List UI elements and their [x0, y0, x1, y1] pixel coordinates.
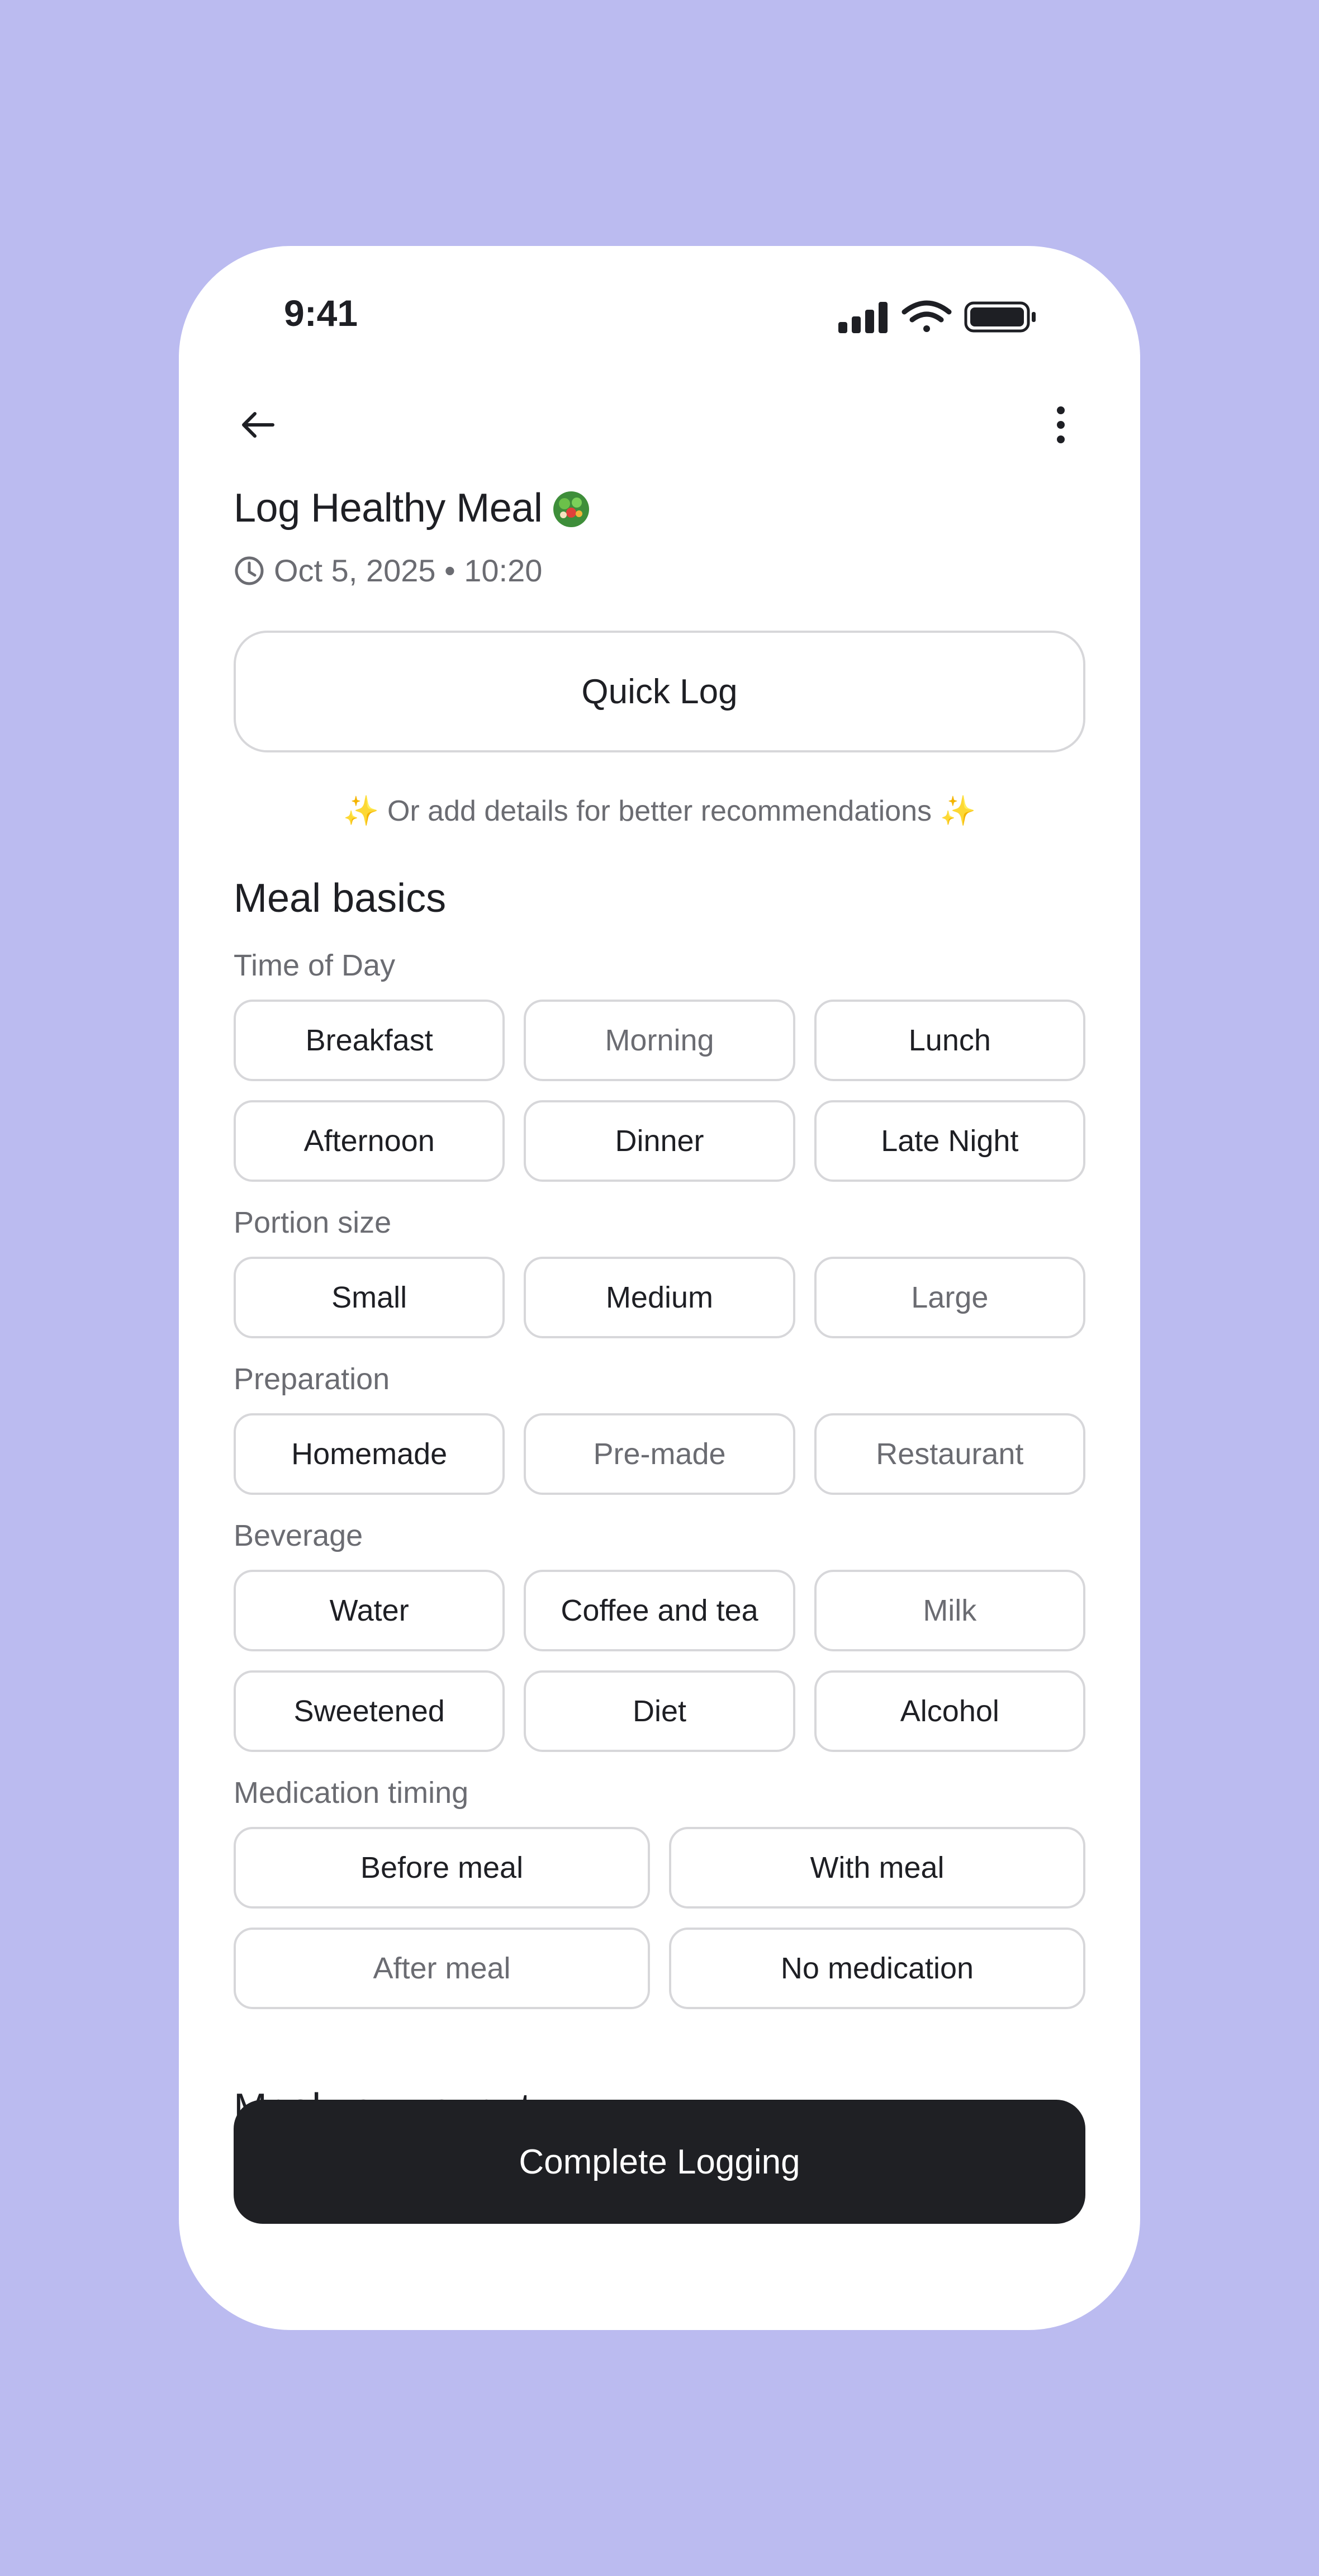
chip-pre-made[interactable]: Pre-made: [524, 1413, 795, 1495]
sparkles-icon: ✨: [343, 795, 379, 827]
chip-medium[interactable]: Medium: [524, 1257, 795, 1338]
chip-group-medication-timing: Before meal With meal After meal No medi…: [234, 1827, 1085, 2009]
meal-date: Oct 5, 2025 • 10:20: [274, 553, 543, 588]
section-title-meal-basics: Meal basics: [234, 876, 447, 921]
status-icons: [838, 297, 1051, 337]
more-options-button[interactable]: [1027, 391, 1094, 458]
group-label-preparation: Preparation: [234, 1362, 390, 1396]
details-hint: ✨ Or add details for better recommendati…: [234, 794, 1085, 828]
group-label-beverage: Beverage: [234, 1519, 363, 1552]
chip-water[interactable]: Water: [234, 1570, 505, 1651]
chip-group-portion-size: Small Medium Large: [234, 1257, 1085, 1338]
title-row: Log Healthy Meal: [234, 485, 591, 531]
chip-restaurant[interactable]: Restaurant: [814, 1413, 1085, 1495]
chip-small[interactable]: Small: [234, 1257, 505, 1338]
page-title: Log Healthy Meal: [234, 486, 543, 531]
chip-afternoon[interactable]: Afternoon: [234, 1100, 505, 1182]
chip-breakfast[interactable]: Breakfast: [234, 1000, 505, 1081]
chip-group-beverage: Water Coffee and tea Milk Sweetened Diet…: [234, 1570, 1085, 1752]
quick-log-button[interactable]: Quick Log: [234, 631, 1085, 752]
hint-text: Or add details for better recommendation…: [387, 795, 932, 827]
group-label-medication-timing: Medication timing: [234, 1776, 469, 1810]
group-label-time-of-day: Time of Day: [234, 949, 396, 982]
chip-alcohol[interactable]: Alcohol: [814, 1670, 1085, 1752]
wifi-icon: [902, 300, 952, 332]
chip-before-meal[interactable]: Before meal: [234, 1827, 650, 1909]
chip-lunch[interactable]: Lunch: [814, 1000, 1085, 1081]
chip-with-meal[interactable]: With meal: [669, 1827, 1085, 1909]
chip-after-meal[interactable]: After meal: [234, 1928, 650, 2009]
chip-group-preparation: Homemade Pre-made Restaurant: [234, 1413, 1085, 1495]
chip-homemade[interactable]: Homemade: [234, 1413, 505, 1495]
salad-emoji-icon: [553, 491, 590, 527]
signal-icon: [838, 302, 888, 333]
arrow-left-icon: [242, 412, 274, 438]
chip-late-night[interactable]: Late Night: [814, 1100, 1085, 1182]
chip-morning[interactable]: Morning: [524, 1000, 795, 1081]
chip-no-medication[interactable]: No medication: [669, 1928, 1085, 2009]
quick-log-label: Quick Log: [581, 672, 738, 711]
group-label-portion-size: Portion size: [234, 1206, 392, 1239]
more-vertical-icon: [1057, 406, 1065, 443]
chip-coffee-and-tea[interactable]: Coffee and tea: [524, 1570, 795, 1651]
chip-sweetened[interactable]: Sweetened: [234, 1670, 505, 1752]
phone-screen: 9:41 Log Healthy Meal Oct 5, 2025 • 10:2…: [179, 246, 1140, 2330]
chip-milk[interactable]: Milk: [814, 1570, 1085, 1651]
chip-diet[interactable]: Diet: [524, 1670, 795, 1752]
complete-logging-label: Complete Logging: [519, 2142, 800, 2181]
battery-icon: [964, 301, 1036, 333]
sparkles-icon: ✨: [940, 795, 976, 827]
chip-dinner[interactable]: Dinner: [524, 1100, 795, 1182]
back-button[interactable]: [225, 391, 292, 458]
complete-logging-button[interactable]: Complete Logging: [234, 2100, 1085, 2224]
chip-group-time-of-day: Breakfast Morning Lunch Afternoon Dinner…: [234, 1000, 1085, 1182]
chip-large[interactable]: Large: [814, 1257, 1085, 1338]
clock-icon: [235, 556, 264, 585]
date-row: Oct 5, 2025 • 10:20: [234, 552, 542, 589]
status-time: 9:41: [284, 292, 358, 334]
